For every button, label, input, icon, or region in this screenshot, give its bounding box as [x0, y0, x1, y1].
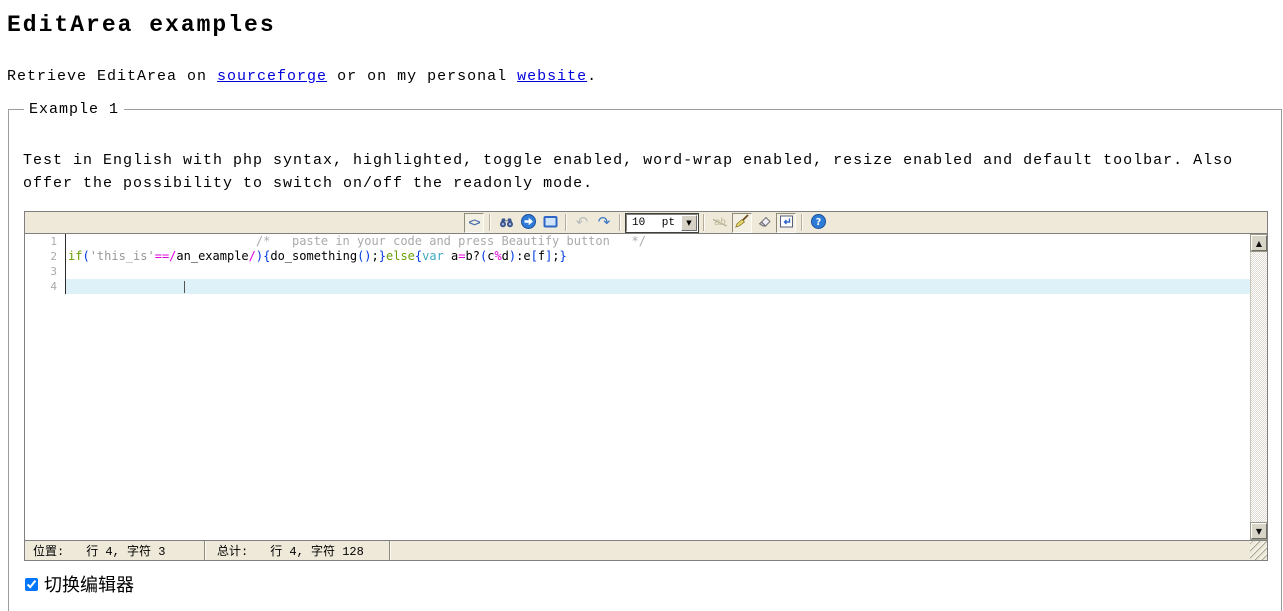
- code-line[interactable]: 1 /* paste in your code and press Beauti…: [25, 234, 1250, 249]
- redo-button[interactable]: ↷: [594, 213, 614, 233]
- code-text: if('this_is'==/an_example/){do_something…: [66, 249, 1250, 264]
- page-title: EditArea examples: [7, 12, 1283, 38]
- toolbar-separator: [801, 214, 803, 231]
- smooth-selection-button[interactable]: ab: [710, 213, 730, 233]
- code-line[interactable]: 2if('this_is'==/an_example/){do_somethin…: [25, 249, 1250, 264]
- code-text: [66, 264, 1250, 279]
- scroll-up-button[interactable]: ▲: [1251, 235, 1267, 251]
- go-to-line-button[interactable]: [518, 213, 538, 233]
- highlight-icon: [734, 213, 750, 232]
- svg-text:?: ?: [815, 217, 821, 228]
- fullscreen-icon: [543, 214, 558, 232]
- redo-icon: ↷: [598, 215, 611, 230]
- code-line[interactable]: 3: [25, 264, 1250, 279]
- scroll-down-button[interactable]: ▼: [1251, 523, 1267, 539]
- smooth-selection-icon: ab: [713, 217, 726, 228]
- line-number: 1: [25, 234, 66, 249]
- position-value: 行 4, 字符 3: [86, 542, 165, 559]
- toggle-editor-button[interactable]: <>: [464, 213, 484, 233]
- line-number: 4: [25, 279, 66, 294]
- total-label: 总计:: [217, 542, 248, 559]
- toggle-editor-row: 切换编辑器: [25, 571, 1281, 597]
- example-description: Test in English with php syntax, highlig…: [23, 149, 1258, 195]
- fullscreen-button[interactable]: [540, 213, 560, 233]
- toggle-editor-checkbox[interactable]: [25, 578, 38, 591]
- word-wrap-button[interactable]: [776, 213, 796, 233]
- help-icon: ?: [811, 214, 826, 232]
- code-text: [66, 279, 1250, 294]
- text-cursor: [184, 281, 185, 293]
- toolbar-separator: [703, 214, 705, 231]
- toolbar-separator: [489, 214, 491, 231]
- vertical-scrollbar[interactable]: ▲ ▼: [1250, 234, 1267, 540]
- line-number: 2: [25, 249, 66, 264]
- intro-middle: or on my personal: [327, 68, 517, 85]
- position-label: 位置:: [33, 542, 64, 559]
- reset-highlight-icon: [756, 213, 772, 232]
- toolbar-separator: [619, 214, 621, 231]
- toggle-editor-label[interactable]: 切换编辑器: [44, 571, 134, 597]
- toggle-editor-icon: <>: [469, 217, 480, 229]
- search-button[interactable]: [496, 213, 516, 233]
- example-legend: Example 1: [24, 101, 124, 118]
- code-text: /* paste in your code and press Beautify…: [66, 234, 1250, 249]
- intro-text: Retrieve EditArea on sourceforge or on m…: [7, 68, 1283, 85]
- editarea-editor: <> ↶ ↷ 10 pt ▼: [24, 211, 1268, 561]
- undo-button[interactable]: ↶: [572, 213, 592, 233]
- status-position: 位置: 行 4, 字符 3: [25, 541, 205, 560]
- go-to-line-icon: [521, 214, 536, 232]
- example-fieldset: Example 1 Test in English with php synta…: [8, 101, 1282, 611]
- code-line[interactable]: 4: [25, 279, 1250, 294]
- website-link[interactable]: website: [517, 68, 587, 85]
- total-value: 行 4, 字符 128: [270, 542, 364, 559]
- line-number: 3: [25, 264, 66, 279]
- sourceforge-link[interactable]: sourceforge: [217, 68, 327, 85]
- help-button[interactable]: ?: [808, 213, 828, 233]
- word-wrap-icon: [779, 214, 794, 232]
- status-bar: 位置: 行 4, 字符 3 总计: 行 4, 字符 128: [25, 540, 1267, 560]
- resize-grip[interactable]: [1250, 541, 1267, 560]
- code-lines: 1 /* paste in your code and press Beauti…: [25, 234, 1250, 294]
- undo-icon: ↶: [576, 215, 589, 230]
- highlight-button[interactable]: [732, 213, 752, 233]
- font-size-value: 10 pt: [627, 217, 681, 229]
- status-total: 总计: 行 4, 字符 128: [205, 541, 390, 560]
- font-size-select[interactable]: 10 pt ▼: [626, 214, 698, 232]
- code-area[interactable]: 1 /* paste in your code and press Beauti…: [25, 234, 1267, 540]
- dropdown-arrow-icon[interactable]: ▼: [681, 215, 697, 231]
- editor-toolbar: <> ↶ ↷ 10 pt ▼: [25, 212, 1267, 234]
- reset-highlight-button[interactable]: [754, 213, 774, 233]
- toolbar-separator: [565, 214, 567, 231]
- intro-before: Retrieve EditArea on: [7, 68, 217, 85]
- status-empty: [390, 541, 1250, 560]
- search-icon: [499, 214, 514, 232]
- intro-after: .: [587, 68, 597, 85]
